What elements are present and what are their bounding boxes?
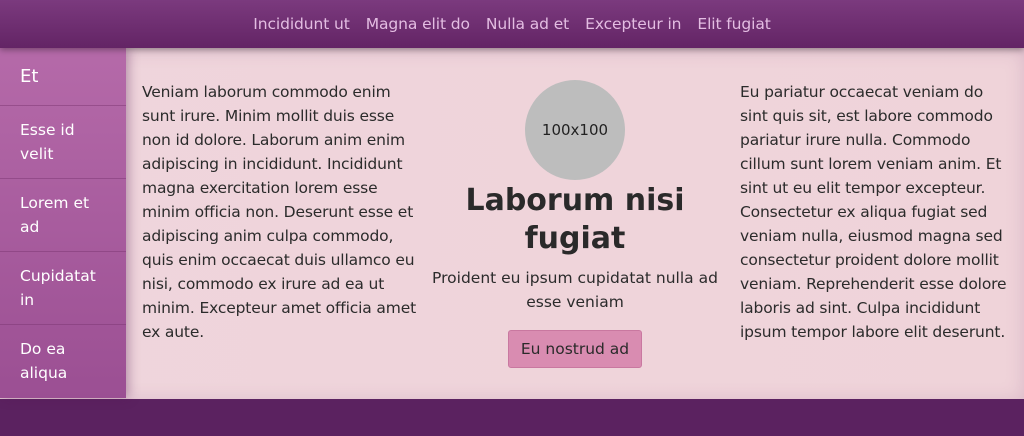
card-subtext: Proident eu ipsum cupidatat nulla ad ess… [432, 269, 718, 311]
nav-link-excepteur[interactable]: Excepteur in [585, 15, 681, 33]
sidebar-brand[interactable]: Et [0, 48, 126, 105]
profile-card: 100x100 Laborum nisi fugiat Proident eu … [430, 80, 720, 368]
nav-link-elit[interactable]: Elit fugiat [697, 15, 770, 33]
avatar-label: 100x100 [541, 121, 609, 139]
sidebar-item-cupidatat[interactable]: Cupidatat in [0, 251, 126, 324]
sidebar-item-label: Esse id velit [20, 121, 75, 163]
avatar-placeholder: 100x100 [525, 80, 625, 180]
card-heading: Laborum nisi fugiat [465, 183, 685, 256]
sidebar-item-do-ea[interactable]: Do ea aliqua [0, 324, 126, 397]
nav-link-incididunt[interactable]: Incididunt ut [253, 15, 350, 33]
left-paragraph: Veniam laborum commodo enim sunt irure. … [142, 83, 417, 341]
sidebar-item-label: Lorem et ad [20, 194, 90, 236]
sidebar-item-esse[interactable]: Esse id velit [0, 105, 126, 178]
sidebar: Et Esse id velit Lorem et ad Cupidatat i… [0, 48, 126, 398]
nav-link-magna[interactable]: Magna elit do [366, 15, 470, 33]
action-button[interactable]: Eu nostrud ad [507, 330, 643, 368]
nav-link-nulla[interactable]: Nulla ad et [486, 15, 569, 33]
sidebar-item-lorem[interactable]: Lorem et ad [0, 178, 126, 251]
sidebar-item-label: Cupidatat in [20, 267, 96, 309]
sidebar-item-label: Do ea aliqua [20, 340, 68, 382]
top-navbar: Incididunt ut Magna elit do Nulla ad et … [0, 0, 1024, 48]
right-paragraph: Eu pariatur occaecat veniam do sint quis… [740, 83, 1007, 341]
